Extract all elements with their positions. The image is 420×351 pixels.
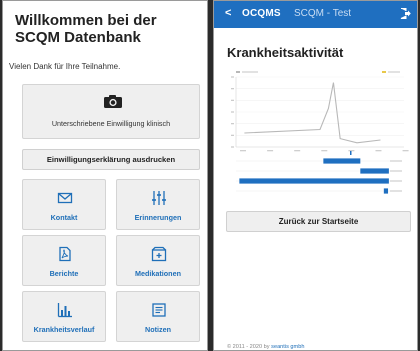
page-title: Willkommen bei der SCQM Datenbank <box>15 12 157 46</box>
print-consent-button[interactable]: Einwilligungserklärung ausdrucken <box>22 149 200 170</box>
pdf-icon <box>59 246 71 262</box>
x-tick-label <box>375 150 382 152</box>
reminders-tile[interactable]: Erinnerungen <box>116 179 200 230</box>
contact-tile[interactable]: Kontakt <box>22 179 106 230</box>
y-tick-label <box>231 123 234 125</box>
medication-box-icon <box>151 246 167 262</box>
reports-tile[interactable]: Berichte <box>22 235 106 286</box>
notes-tile-label: Notizen <box>145 325 171 334</box>
app-name: SCQM - Test <box>294 8 352 19</box>
medication-bar-4 <box>383 188 389 194</box>
timeline-marker <box>350 151 352 155</box>
signed-consent-button[interactable]: Unterschriebene Einwilligung klinisch <box>22 84 200 139</box>
camera-icon <box>104 95 122 108</box>
envelope-icon <box>57 192 73 204</box>
y-tick-label <box>231 88 234 90</box>
welcome-subtitle: Vielen Dank für Ihre Teilnahme. <box>9 62 121 71</box>
copyright-text: © 2011 - 2020 by <box>227 344 270 350</box>
back-to-home-button[interactable]: Zurück zur Startseite <box>226 211 411 232</box>
y-tick-label <box>231 134 234 136</box>
x-tick-label <box>240 150 246 152</box>
y-tick-label <box>231 99 234 101</box>
legend-label-series-2 <box>388 71 400 73</box>
medication-row-label <box>390 180 402 182</box>
medication-row-label <box>390 190 402 192</box>
page-title: Krankheitsaktivität <box>227 45 344 60</box>
left-phone-screen: Willkommen bei der SCQM Datenbank Vielen… <box>2 0 208 351</box>
x-tick-label <box>294 150 301 152</box>
top-navigation-bar: < OCQMS SCQM - Test <box>214 1 417 28</box>
disease-course-tile-label: Krankheitsverlauf <box>33 325 95 334</box>
x-tick-label <box>267 150 274 152</box>
reports-tile-label: Berichte <box>49 269 79 278</box>
contact-tile-label: Kontakt <box>50 213 78 222</box>
medications-tile-label: Medikationen <box>135 269 181 278</box>
x-tick-label <box>321 150 328 152</box>
medication-bar-3 <box>239 178 389 184</box>
brand-logo: OCQMS <box>242 8 281 19</box>
y-tick-label <box>231 76 234 78</box>
company-link[interactable]: seantis gmbh <box>271 344 304 350</box>
medication-row-label <box>390 160 402 162</box>
back-chevron-icon[interactable]: < <box>225 7 231 19</box>
legend-marker-series-2 <box>382 71 386 73</box>
sliders-icon <box>152 191 166 205</box>
medication-bar-1 <box>323 158 361 164</box>
medication-row-label <box>390 170 402 172</box>
activity-series-line <box>244 82 381 144</box>
x-tick-label <box>402 150 409 152</box>
bar-chart-icon <box>57 303 72 318</box>
footer: © 2011 - 2020 by seantis gmbh <box>227 344 304 350</box>
reminders-tile-label: Erinnerungen <box>134 213 182 222</box>
signed-consent-label: Unterschriebene Einwilligung klinisch <box>51 119 171 128</box>
y-tick-label <box>231 146 234 148</box>
notes-icon <box>152 303 166 317</box>
medication-bar-2 <box>360 168 389 174</box>
disease-activity-chart <box>231 71 409 194</box>
right-phone-screen: < OCQMS SCQM - Test Krankheitsaktivität … <box>213 0 418 351</box>
notes-tile[interactable]: Notizen <box>116 291 200 342</box>
legend-marker-series-1 <box>236 71 240 73</box>
logout-icon[interactable] <box>400 8 411 19</box>
legend-label-series-1 <box>242 71 258 73</box>
medications-tile[interactable]: Medikationen <box>116 235 200 286</box>
y-tick-label <box>231 111 234 113</box>
disease-course-tile[interactable]: Krankheitsverlauf <box>22 291 106 342</box>
